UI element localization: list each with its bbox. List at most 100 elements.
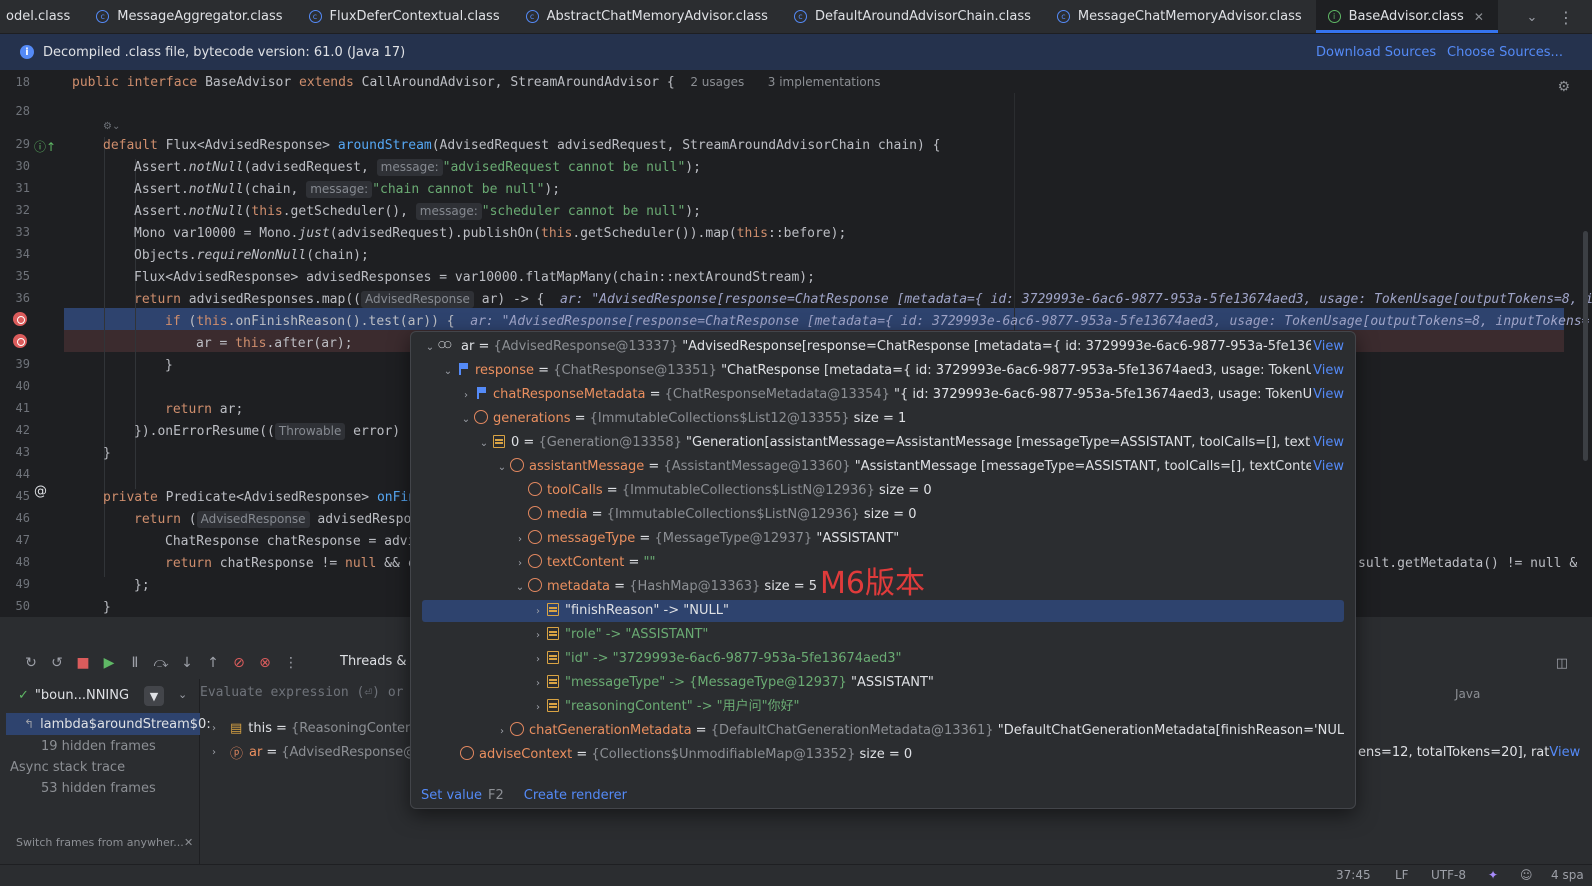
tab-message-aggregator[interactable]: c MessageAggregator.class bbox=[84, 0, 296, 33]
tab-model-class[interactable]: odel.class bbox=[0, 0, 84, 33]
tab-default-around-advisor-chain[interactable]: c DefaultAroundAdvisorChain.class bbox=[782, 0, 1045, 33]
tab-flux-defer-contextual[interactable]: c FluxDeferContextual.class bbox=[297, 0, 514, 33]
tab-message-chat-memory-advisor[interactable]: c MessageChatMemoryAdvisor.class bbox=[1045, 0, 1316, 33]
tree-row-generation-0[interactable]: ⌄ 0 = {Generation@13358} "Generation[assi… bbox=[422, 432, 1344, 454]
implements-gutter-icon[interactable]: ⓘ↑ bbox=[34, 138, 56, 155]
tab-base-advisor[interactable]: i BaseAdvisor.class ✕ bbox=[1315, 0, 1499, 33]
step-over-icon[interactable]: ⤼ bbox=[148, 651, 174, 675]
hidden-frames-row[interactable]: 19 hidden frames bbox=[6, 735, 200, 757]
tree-row-assistant-message[interactable]: ⌄ assistantMessage = {AssistantMessage@13… bbox=[422, 456, 1344, 478]
gear-icon[interactable]: ⚙ bbox=[1557, 79, 1570, 95]
chevron-right-icon[interactable]: › bbox=[212, 723, 230, 734]
chevron-down-icon[interactable]: ⌄ bbox=[422, 337, 438, 358]
set-value-link[interactable]: Set value bbox=[421, 788, 482, 803]
view-link[interactable]: View bbox=[1311, 360, 1344, 382]
close-icon[interactable]: ✕ bbox=[1474, 10, 1484, 24]
thread-selector[interactable]: ✓ "boun...NNING bbox=[18, 688, 129, 703]
tree-row-message-type[interactable]: › messageType = {MessageType@12937} "ASSI… bbox=[422, 528, 1344, 550]
tree-row-ar[interactable]: ⌄ar = {AdvisedResponse@13337} "AdvisedRe… bbox=[422, 336, 1344, 358]
more-vertical-icon[interactable]: ⋮ bbox=[278, 651, 304, 675]
chevron-right-icon[interactable]: › bbox=[512, 553, 528, 574]
chevron-down-icon[interactable]: ⌄ bbox=[178, 688, 187, 701]
chevron-right-icon[interactable]: › bbox=[530, 625, 546, 646]
stack-frame[interactable]: ↰ lambda$aroundStream$0: bbox=[6, 713, 211, 735]
chevron-down-icon[interactable]: ⌄ bbox=[494, 457, 510, 478]
status-bar: 37:45 LF UTF-8 ✦ ☺ 4 spa bbox=[0, 864, 1592, 886]
hidden-frames-row[interactable]: 53 hidden frames bbox=[6, 777, 200, 799]
ai-assistant-icon[interactable]: ✦ bbox=[1488, 868, 1498, 882]
variable-row-this[interactable]: › ▤ this = {ReasoningContentA bbox=[212, 717, 427, 739]
list-item-icon bbox=[546, 626, 560, 640]
usages-hint[interactable]: 2 usages bbox=[690, 75, 744, 89]
chevron-right-icon[interactable]: › bbox=[530, 601, 546, 622]
layout-icon[interactable]: ◫ bbox=[1556, 656, 1568, 671]
line-separator[interactable]: LF bbox=[1395, 868, 1409, 882]
breakpoint-icon[interactable] bbox=[13, 312, 27, 326]
filter-icon[interactable]: ▼ bbox=[144, 686, 164, 706]
thread-name: "boun...NNING bbox=[34, 688, 130, 703]
chevron-right-icon[interactable]: › bbox=[530, 697, 546, 718]
step-into-icon[interactable]: ↓ bbox=[174, 651, 200, 675]
tree-row-finish-reason[interactable]: › "finishReason" -> "NULL" bbox=[422, 600, 1344, 622]
chevron-down-icon[interactable]: ⌄ bbox=[1520, 0, 1544, 34]
tree-row-chat-response-metadata[interactable]: › chatResponseMetadata = {ChatResponseMet… bbox=[422, 384, 1344, 406]
create-renderer-link[interactable]: Create renderer bbox=[524, 788, 627, 803]
tree-row-response[interactable]: ⌄ response = {ChatResponse@13351} "ChatRe… bbox=[422, 360, 1344, 382]
caret-position[interactable]: 37:45 bbox=[1336, 868, 1371, 882]
code-line-37: if (this.onFinishReason().test(ar)) { ar… bbox=[165, 314, 1590, 329]
view-breakpoints-icon[interactable]: ⊘ bbox=[226, 651, 252, 675]
indent-guide bbox=[104, 137, 105, 577]
tree-row-media[interactable]: media = {ImmutableCollections$ListN@1293… bbox=[422, 504, 1344, 526]
rerun-icon[interactable]: ↻ bbox=[18, 651, 44, 675]
view-link[interactable]: View bbox=[1311, 384, 1344, 406]
chevron-right-icon[interactable]: › bbox=[512, 529, 528, 550]
choose-sources-link[interactable]: Choose Sources... bbox=[1447, 45, 1563, 60]
line-number: 36 bbox=[15, 291, 30, 305]
line-number: 49 bbox=[15, 577, 30, 591]
code-lens-icon[interactable]: ⚙⌄ bbox=[103, 121, 120, 132]
tree-row-reasoning-content[interactable]: › "reasoningContent" -> "用户问"你好" bbox=[422, 696, 1344, 718]
mute-breakpoints-icon[interactable]: ⊗ bbox=[252, 651, 278, 675]
editor-scrollbar[interactable] bbox=[1583, 231, 1588, 461]
implementations-hint[interactable]: 3 implementations bbox=[768, 75, 881, 89]
chevron-down-icon[interactable]: ⌄ bbox=[440, 361, 456, 382]
view-link[interactable]: View bbox=[1311, 432, 1344, 454]
indent-setting[interactable]: 4 spa bbox=[1551, 868, 1584, 882]
restart-icon[interactable]: ↺ bbox=[44, 651, 70, 675]
step-out-icon[interactable]: ↑ bbox=[200, 651, 226, 675]
pause-icon[interactable]: Ⅱ bbox=[122, 651, 148, 675]
evaluate-expression-input[interactable]: Evaluate expression (⏎) or bbox=[200, 685, 404, 700]
view-link[interactable]: View bbox=[1311, 456, 1344, 478]
tree-row-tool-calls[interactable]: toolCalls = {ImmutableCollections$ListN@… bbox=[422, 480, 1344, 502]
close-icon[interactable]: ✕ bbox=[184, 836, 193, 849]
tab-abstract-chat-memory-advisor[interactable]: c AbstractChatMemoryAdvisor.class bbox=[514, 0, 782, 33]
chevron-down-icon[interactable]: ⌄ bbox=[476, 433, 492, 454]
tree-row-message-type-entry[interactable]: › "messageType" -> {MessageType@12937} "A… bbox=[422, 672, 1344, 694]
chevron-right-icon[interactable]: › bbox=[458, 385, 474, 406]
chevron-right-icon[interactable]: › bbox=[530, 673, 546, 694]
override-gutter-icon[interactable]: @ bbox=[34, 484, 47, 499]
more-vertical-icon[interactable]: ⋮ bbox=[1554, 0, 1578, 34]
tree-row-advise-context[interactable]: adviseContext = {Collections$Unmodifiabl… bbox=[422, 744, 1344, 766]
tree-row-chat-generation-metadata[interactable]: › chatGenerationMetadata = {DefaultChatGe… bbox=[422, 720, 1344, 742]
breakpoint-icon[interactable] bbox=[13, 334, 27, 348]
download-sources-link[interactable]: Download Sources bbox=[1316, 45, 1436, 60]
chevron-right-icon[interactable]: › bbox=[530, 649, 546, 670]
tree-row-role[interactable]: › "role" -> "ASSISTANT" bbox=[422, 624, 1344, 646]
tree-row-generations[interactable]: ⌄ generations = {ImmutableCollections$Lis… bbox=[422, 408, 1344, 430]
copilot-icon[interactable]: ☺ bbox=[1520, 868, 1533, 882]
view-link[interactable]: View bbox=[1549, 745, 1580, 760]
tree-row-id[interactable]: › "id" -> "3729993e-6ac6-9877-953a-5fe136… bbox=[422, 648, 1344, 670]
resume-icon[interactable]: ▶ bbox=[96, 651, 122, 675]
chevron-down-icon[interactable]: ⌄ bbox=[512, 577, 528, 598]
stop-icon[interactable]: ■ bbox=[70, 651, 96, 675]
chevron-down-icon[interactable]: ⌄ bbox=[458, 409, 474, 430]
view-link[interactable]: View bbox=[1311, 336, 1344, 358]
file-encoding[interactable]: UTF-8 bbox=[1431, 868, 1466, 882]
editor-gutter[interactable]: 18 28 29 30 31 32 33 34 35 36 39 40 41 4… bbox=[0, 71, 64, 616]
language-selector[interactable]: Java bbox=[1455, 687, 1480, 701]
chevron-right-icon[interactable]: › bbox=[494, 721, 510, 742]
switch-frames-hint[interactable]: Switch frames from anywher... bbox=[16, 836, 184, 849]
variable-row-ar[interactable]: › ⓟ ar = {AdvisedResponse@13 bbox=[212, 741, 433, 763]
chevron-right-icon[interactable]: › bbox=[212, 747, 230, 758]
